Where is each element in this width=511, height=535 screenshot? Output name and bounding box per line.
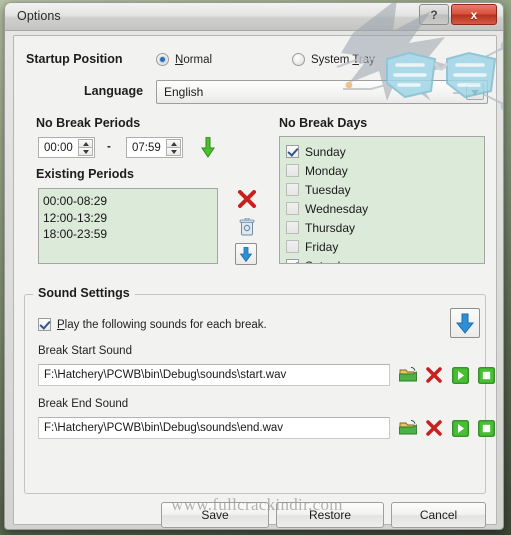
day-row-monday[interactable]: Monday xyxy=(286,161,484,180)
day-row-sunday[interactable]: Sunday xyxy=(286,142,484,161)
apply-sound-settings-button[interactable] xyxy=(450,308,480,338)
radio-normal[interactable]: Normal xyxy=(156,53,212,66)
green-play-icon xyxy=(451,366,469,384)
period-to-input[interactable]: 07:59 xyxy=(126,137,183,158)
browse-start-sound-button[interactable] xyxy=(398,365,418,385)
no-break-days-title: No Break Days xyxy=(279,116,368,130)
sound-settings-group: Sound Settings Play the following sounds… xyxy=(24,286,495,494)
title-bar: Options ? x xyxy=(5,3,503,31)
list-item[interactable]: 12:00-13:29 xyxy=(43,210,217,227)
window-title: Options xyxy=(17,9,61,23)
existing-periods-listbox[interactable]: 00:00-08:29 12:00-13:29 18:00-23:59 xyxy=(38,188,218,264)
day-row-wednesday[interactable]: Wednesday xyxy=(286,199,484,218)
add-period-button[interactable] xyxy=(197,136,219,159)
period-from-value: 00:00 xyxy=(44,141,73,154)
startup-position-label: Startup Position xyxy=(26,52,123,66)
open-folder-icon xyxy=(399,367,417,382)
day-checkbox-friday[interactable] xyxy=(286,240,299,253)
dialog-client-area: Startup Position Normal System Tray Lang… xyxy=(13,35,497,528)
green-play-icon xyxy=(451,419,469,437)
clear-start-sound-button[interactable] xyxy=(424,365,444,385)
no-break-periods-title: No Break Periods xyxy=(36,116,141,130)
options-dialog: Options ? x Startup Position Normal Syst… xyxy=(4,2,504,530)
day-checkbox-wednesday[interactable] xyxy=(286,202,299,215)
period-from-spin-down[interactable] xyxy=(78,147,93,156)
day-label-thursday: Thursday xyxy=(305,220,356,235)
day-row-saturday[interactable]: Saturday xyxy=(286,256,484,264)
clear-end-sound-button[interactable] xyxy=(424,418,444,438)
break-start-sound-label: Break Start Sound xyxy=(38,345,132,357)
red-x-icon xyxy=(426,367,442,383)
period-to-spinner[interactable] xyxy=(166,139,181,156)
radio-normal-label-rest: ormal xyxy=(183,53,213,66)
no-break-days-list[interactable]: Sunday Monday Tuesday Wednesday Thursday… xyxy=(279,136,485,264)
stop-end-sound-button[interactable] xyxy=(476,418,496,438)
break-end-sound-path: F:\Hatchery\PCWB\bin\Debug\sounds\end.wa… xyxy=(44,422,284,434)
day-checkbox-tuesday[interactable] xyxy=(286,183,299,196)
period-from-spin-up[interactable] xyxy=(78,139,93,147)
close-button[interactable]: x xyxy=(451,4,497,25)
play-sounds-checkbox-row[interactable]: Play the following sounds for each break… xyxy=(38,318,267,331)
play-end-sound-button[interactable] xyxy=(450,418,470,438)
language-selected-value: English xyxy=(164,85,204,99)
day-checkbox-monday[interactable] xyxy=(286,164,299,177)
list-item[interactable]: 00:00-08:29 xyxy=(43,193,217,210)
radio-system-tray[interactable]: System Tray xyxy=(292,53,375,66)
list-item[interactable]: 18:00-23:59 xyxy=(43,226,217,243)
trash-can-icon xyxy=(239,218,255,236)
sound-settings-title: Sound Settings xyxy=(33,286,135,300)
move-period-down-button[interactable] xyxy=(235,243,257,265)
day-label-wednesday: Wednesday xyxy=(305,201,369,216)
language-label: Language xyxy=(84,84,144,98)
day-row-tuesday[interactable]: Tuesday xyxy=(286,180,484,199)
radio-system-tray-label-rest: ray xyxy=(358,53,375,66)
green-down-arrow-icon xyxy=(201,137,215,158)
green-stop-icon xyxy=(477,366,495,384)
day-label-monday: Monday xyxy=(305,163,348,178)
delete-period-button[interactable] xyxy=(236,188,258,210)
browse-end-sound-button[interactable] xyxy=(398,418,418,438)
day-checkbox-sunday[interactable] xyxy=(286,145,299,158)
day-row-thursday[interactable]: Thursday xyxy=(286,218,484,237)
break-start-sound-input[interactable]: F:\Hatchery\PCWB\bin\Debug\sounds\start.… xyxy=(38,364,390,386)
restore-button[interactable]: Restore xyxy=(276,502,384,528)
radio-system-tray-indicator[interactable] xyxy=(292,53,305,66)
day-label-sunday: Sunday xyxy=(305,144,346,159)
help-button[interactable]: ? xyxy=(419,4,449,25)
period-range-separator: - xyxy=(107,141,111,153)
day-label-tuesday: Tuesday xyxy=(305,182,351,197)
period-from-spinner[interactable] xyxy=(78,139,93,156)
day-label-friday: Friday xyxy=(305,239,339,254)
red-x-icon xyxy=(238,190,256,208)
break-end-sound-label: Break End Sound xyxy=(38,398,129,410)
play-sounds-label-rest: lay the following sounds for each break. xyxy=(64,318,267,331)
blue-down-arrow-icon xyxy=(239,246,253,262)
clear-periods-button[interactable] xyxy=(236,216,258,238)
red-x-icon xyxy=(426,420,442,436)
period-to-spin-up[interactable] xyxy=(166,139,181,147)
cancel-button[interactable]: Cancel xyxy=(391,502,486,528)
day-checkbox-saturday[interactable] xyxy=(286,259,299,263)
open-folder-icon xyxy=(399,420,417,435)
language-combobox[interactable]: English xyxy=(156,80,488,104)
play-start-sound-button[interactable] xyxy=(450,365,470,385)
day-row-friday[interactable]: Friday xyxy=(286,237,484,256)
day-label-saturday: Saturday xyxy=(305,259,353,264)
radio-normal-indicator[interactable] xyxy=(156,53,169,66)
period-to-value: 07:59 xyxy=(132,141,161,154)
chevron-down-icon[interactable] xyxy=(466,84,484,100)
break-end-sound-input[interactable]: F:\Hatchery\PCWB\bin\Debug\sounds\end.wa… xyxy=(38,417,390,439)
play-sounds-checkbox[interactable] xyxy=(38,318,51,331)
break-start-sound-path: F:\Hatchery\PCWB\bin\Debug\sounds\start.… xyxy=(44,369,287,381)
stop-start-sound-button[interactable] xyxy=(476,365,496,385)
day-checkbox-thursday[interactable] xyxy=(286,221,299,234)
period-to-spin-down[interactable] xyxy=(166,147,181,156)
period-from-input[interactable]: 00:00 xyxy=(38,137,95,158)
green-stop-icon xyxy=(477,419,495,437)
blue-down-arrow-icon xyxy=(455,313,475,334)
existing-periods-title: Existing Periods xyxy=(36,167,134,181)
save-button[interactable]: Save xyxy=(161,502,269,528)
